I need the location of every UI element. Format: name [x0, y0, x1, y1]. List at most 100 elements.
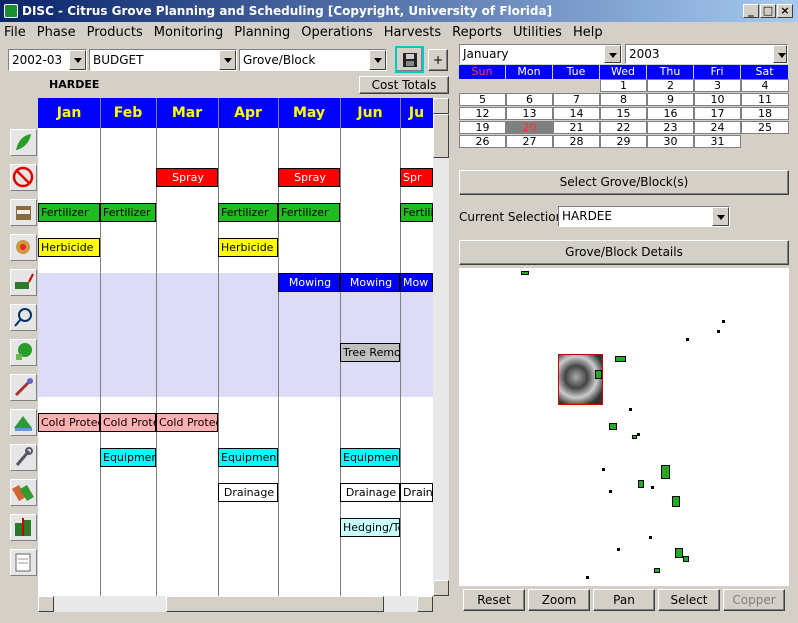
task-equipment[interactable]: Equipment: [340, 448, 400, 467]
grove-marker[interactable]: [649, 536, 652, 539]
close-button[interactable]: ×: [777, 4, 793, 18]
herbicide-weed-icon[interactable]: [10, 234, 37, 261]
task-herbicide[interactable]: Herbicide: [218, 238, 278, 257]
grove-marker[interactable]: [629, 408, 632, 411]
task-cold-protection[interactable]: Cold Protecti: [156, 413, 218, 432]
calendar-day[interactable]: 31: [694, 135, 741, 148]
grove-marker[interactable]: [651, 486, 654, 489]
grove-block[interactable]: [661, 465, 670, 479]
calendar-day[interactable]: 20: [506, 121, 553, 134]
task-hedging[interactable]: Hedging/To: [340, 518, 400, 537]
cold-protection-icon[interactable]: [10, 409, 37, 436]
map-copper-button[interactable]: Copper: [723, 589, 785, 611]
grove-block[interactable]: [654, 568, 660, 573]
map-zoom-button[interactable]: Zoom: [528, 589, 590, 611]
calendar-day[interactable]: 10: [694, 93, 741, 106]
task-fertilizer[interactable]: Fertilizer: [38, 203, 100, 222]
irrigation-icon[interactable]: [10, 304, 37, 331]
grove-block[interactable]: [675, 548, 683, 558]
menu-monitoring[interactable]: Monitoring: [154, 25, 224, 40]
menu-help[interactable]: Help: [573, 25, 603, 40]
vertical-scrollbar[interactable]: [433, 98, 449, 596]
calendar-month-select[interactable]: January: [459, 44, 622, 64]
task-spray[interactable]: Spr: [400, 168, 433, 187]
task-fertilizer[interactable]: Fertili: [400, 203, 433, 222]
month-header-mar[interactable]: Mar: [156, 98, 218, 128]
scope-select[interactable]: Grove/Block: [239, 49, 387, 71]
drainage-icon[interactable]: [10, 479, 37, 506]
month-header-may[interactable]: May: [278, 98, 340, 128]
calendar-day[interactable]: 15: [600, 107, 647, 120]
grove-marker[interactable]: [617, 548, 620, 551]
chevron-down-icon[interactable]: [369, 50, 386, 70]
calendar-day[interactable]: 2: [647, 79, 694, 92]
menu-products[interactable]: Products: [87, 25, 143, 40]
menu-reports[interactable]: Reports: [452, 25, 502, 40]
scroll-right-button[interactable]: [417, 596, 433, 612]
minimize-button[interactable]: _: [743, 4, 759, 18]
menu-utilities[interactable]: Utilities: [513, 25, 562, 40]
calendar-day[interactable]: 5: [459, 93, 506, 106]
calendar-day[interactable]: 11: [741, 93, 789, 106]
mowing-icon[interactable]: [10, 269, 37, 296]
calendar-day[interactable]: 16: [647, 107, 694, 120]
task-spray[interactable]: Spray: [278, 168, 340, 187]
task-drainage[interactable]: Drain: [400, 483, 433, 502]
task-mowing[interactable]: Mowing: [278, 273, 340, 292]
fertilizer-bag-icon[interactable]: [10, 199, 37, 226]
task-mowing[interactable]: Mow: [400, 273, 433, 292]
calendar-day[interactable]: 17: [694, 107, 741, 120]
calendar-day[interactable]: 23: [647, 121, 694, 134]
month-header-jan[interactable]: Jan: [38, 98, 100, 128]
scroll-thumb[interactable]: [166, 596, 384, 612]
task-fertilizer[interactable]: Fertilizer: [278, 203, 340, 222]
current-selection-select[interactable]: HARDEE: [558, 206, 730, 227]
calendar-day[interactable]: 28: [553, 135, 600, 148]
grove-block[interactable]: [521, 271, 529, 275]
calendar-day[interactable]: 21: [553, 121, 600, 134]
calendar-year-spinner[interactable]: 2003: [625, 44, 788, 64]
grove-block[interactable]: [609, 423, 617, 430]
calendar-day[interactable]: 18: [741, 107, 789, 120]
grove-block[interactable]: [638, 480, 644, 488]
calendar-day[interactable]: 25: [741, 121, 789, 134]
scroll-down-button[interactable]: [433, 580, 449, 596]
sprayer-wand-icon[interactable]: [10, 374, 37, 401]
grove-marker[interactable]: [722, 320, 725, 323]
calendar-day[interactable]: 29: [600, 135, 647, 148]
leaf-icon[interactable]: [10, 129, 37, 156]
calendar-day[interactable]: 26: [459, 135, 506, 148]
month-header-jun[interactable]: Jun: [340, 98, 400, 128]
cost-totals-button[interactable]: Cost Totals: [359, 76, 449, 94]
calendar-day[interactable]: 19: [459, 121, 506, 134]
maximize-button[interactable]: □: [760, 4, 776, 18]
menu-file[interactable]: File: [4, 25, 26, 40]
task-spray[interactable]: Spray: [156, 168, 218, 187]
select-grove-blocks-button[interactable]: Select Grove/Block(s): [459, 170, 789, 195]
notes-icon[interactable]: [10, 549, 37, 576]
task-herbicide[interactable]: Herbicide: [38, 238, 100, 257]
plan-select[interactable]: BUDGET: [89, 49, 237, 71]
grove-block[interactable]: [672, 496, 680, 507]
menu-phase[interactable]: Phase: [37, 25, 76, 40]
grove-marker[interactable]: [717, 330, 720, 333]
calendar-day[interactable]: 8: [600, 93, 647, 106]
grove-block-details-button[interactable]: Grove/Block Details: [459, 240, 789, 265]
map-pan-button[interactable]: Pan: [593, 589, 655, 611]
calendar-day[interactable]: 12: [459, 107, 506, 120]
calendar-day[interactable]: 6: [506, 93, 553, 106]
task-drainage[interactable]: Drainage: [218, 483, 278, 502]
task-fertilizer[interactable]: Fertilizer: [100, 203, 156, 222]
calendar-day[interactable]: 22: [600, 121, 647, 134]
task-fertilizer[interactable]: Fertilizer: [218, 203, 278, 222]
chevron-down-icon[interactable]: [712, 207, 729, 226]
grove-marker[interactable]: [637, 433, 640, 436]
month-header-apr[interactable]: Apr: [218, 98, 278, 128]
grove-block[interactable]: [595, 370, 602, 379]
season-select[interactable]: 2002-03: [8, 49, 87, 71]
month-header-feb[interactable]: Feb: [100, 98, 156, 128]
calendar-day[interactable]: 14: [553, 107, 600, 120]
grove-block[interactable]: [683, 556, 689, 562]
equipment-wrench-icon[interactable]: [10, 444, 37, 471]
grove-marker[interactable]: [602, 468, 605, 471]
